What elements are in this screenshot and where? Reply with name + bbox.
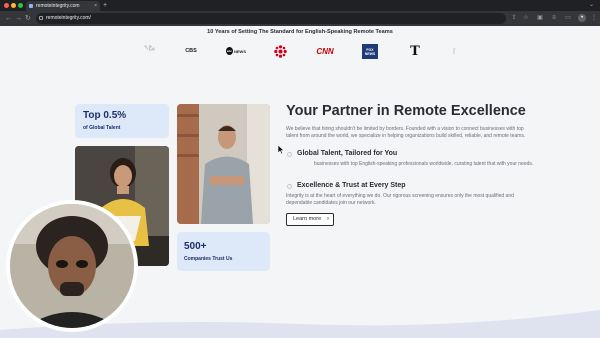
learn-more-label: Learn more xyxy=(293,216,322,222)
close-window-icon[interactable] xyxy=(4,3,9,8)
feature-text-global: businesses with top English-speaking pro… xyxy=(314,161,534,167)
cnn-logo: CNN xyxy=(316,46,334,56)
minimize-window-icon[interactable] xyxy=(11,3,16,8)
learn-more-button[interactable]: Learn more › xyxy=(286,213,334,226)
browser-tab[interactable]: remoteintegrity.com × xyxy=(26,1,100,11)
site-info-icon[interactable] xyxy=(39,16,43,20)
feature-title-global: Global Talent, Tailored for You xyxy=(297,150,398,157)
cbs-logo: CBS xyxy=(185,48,197,54)
menu-icon[interactable]: ⋮ xyxy=(590,14,598,22)
bookmark-star-icon[interactable]: ☆ xyxy=(522,14,530,22)
tagline: 10 Years of Setting The Standard for Eng… xyxy=(207,29,393,35)
favicon-icon xyxy=(29,4,33,8)
side-panel-icon[interactable]: ▭ xyxy=(564,14,572,22)
tab-close-icon[interactable]: × xyxy=(94,1,97,11)
browser-tabbar: remoteintegrity.com × + ⌄ xyxy=(0,0,600,11)
new-tab-button[interactable]: + xyxy=(103,0,107,11)
reload-icon[interactable]: ↻ xyxy=(25,13,31,24)
chevron-right-icon: › xyxy=(327,216,329,222)
section-heading: Your Partner in Remote Excellence xyxy=(286,103,526,119)
nyt-logo: T xyxy=(410,43,420,59)
tab-title: remoteintegrity.com xyxy=(36,3,80,9)
abc-news-logo: abc NEWS xyxy=(226,47,246,55)
url-text: remoteintegrity.com/ xyxy=(46,15,91,21)
fox-news-logo: FOX NEWS xyxy=(362,44,378,59)
intro-paragraph: We believe that hiring shouldn't be limi… xyxy=(286,126,526,139)
shield-icon xyxy=(287,184,292,189)
webcam-overlay[interactable] xyxy=(6,200,138,332)
stat-value-talent: Top 0.5% xyxy=(83,110,127,121)
profile-avatar[interactable]: • xyxy=(578,14,586,22)
feature-text-trust: Integrity is at the heart of everything … xyxy=(286,193,514,206)
partial-logo: ſ xyxy=(452,46,456,56)
back-icon[interactable]: ← xyxy=(5,13,12,24)
nbc-logo xyxy=(142,44,156,58)
stat-card-companies: 500+ Companies Trust Us xyxy=(177,232,270,271)
share-icon[interactable]: ⇪ xyxy=(510,14,518,22)
browser-toolbar: ← → ↻ remoteintegrity.com/ ⇪ ☆ ▣ ≡ ▭ • ⋮ xyxy=(0,11,600,26)
reading-list-icon[interactable]: ≡ xyxy=(550,14,558,22)
forward-icon[interactable]: → xyxy=(15,13,22,24)
address-bar[interactable]: remoteintegrity.com/ xyxy=(36,13,506,24)
feature-title-trust: Excellence & Trust at Every Step xyxy=(297,182,406,189)
mouse-cursor-icon xyxy=(278,145,285,154)
stat-value-companies: 500+ xyxy=(184,241,207,252)
extension-icon[interactable]: ▣ xyxy=(536,14,544,22)
tab-search-icon[interactable]: ⌄ xyxy=(589,0,594,11)
globe-icon xyxy=(287,152,292,157)
maximize-window-icon[interactable] xyxy=(18,3,23,8)
stat-label-talent: of Global Talent xyxy=(83,125,121,131)
stat-card-talent: Top 0.5% of Global Talent xyxy=(75,104,169,138)
stat-label-companies: Companies Trust Us xyxy=(184,256,233,262)
cbc-logo xyxy=(273,44,287,58)
man-photo xyxy=(177,104,270,224)
